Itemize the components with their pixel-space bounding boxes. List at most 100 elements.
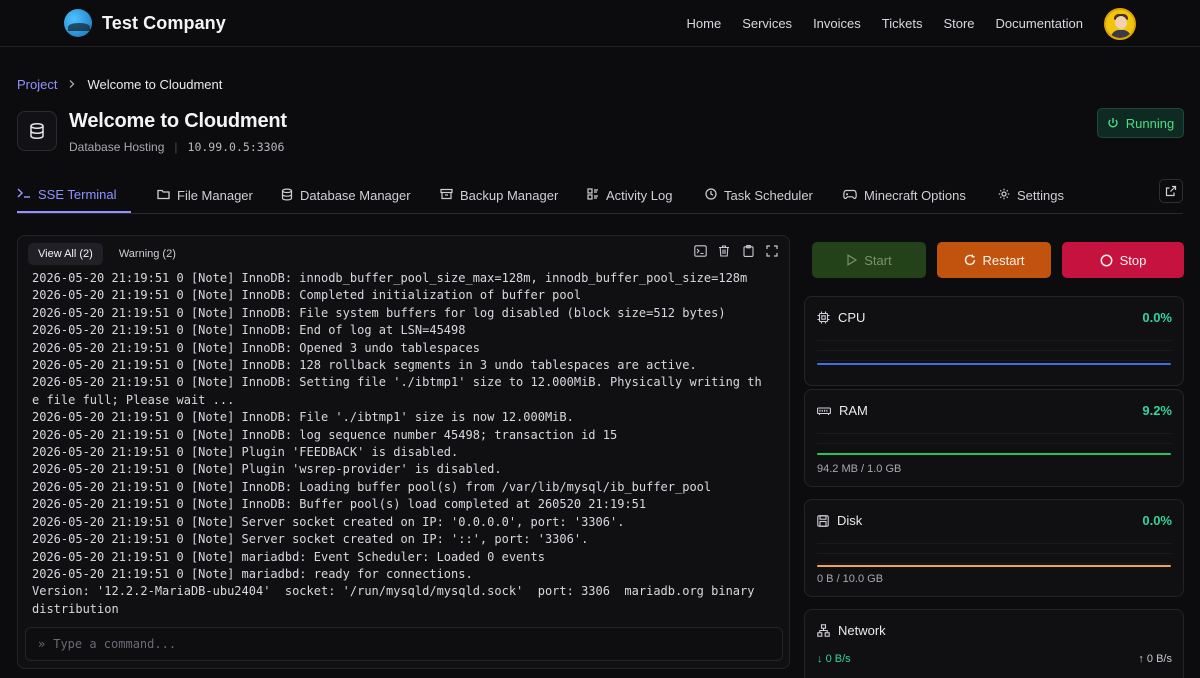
tab-database-manager[interactable]: Database Manager [281, 178, 411, 213]
console-line: 2026-05-20 21:19:51 0 [Note] mariadbd: E… [32, 549, 545, 564]
console-line: 2026-05-20 21:19:51 0 [Note] InnoDB: Buf… [32, 497, 647, 512]
console-line: 2026-05-20 21:19:51 0 [Note] InnoDB: 128… [32, 358, 697, 373]
folder-icon [157, 188, 170, 203]
console-toolbar [693, 244, 779, 258]
restart-icon [964, 254, 975, 266]
breadcrumb: Project Welcome to Cloudment [17, 77, 222, 92]
disk-usage: 0 B / 10.0 GB [817, 573, 884, 585]
project-subtitle: Database Hosting | 10.99.0.5:3306 [69, 140, 284, 154]
breadcrumb-current: Welcome to Cloudment [87, 77, 223, 92]
arrow-down-icon: ↓ [817, 653, 823, 665]
console-line: 2026-05-20 21:19:51 0 [Note] InnoDB: Loa… [32, 479, 712, 494]
filter-warning[interactable]: Warning (2) [109, 243, 186, 265]
cpu-graph-line [817, 363, 1171, 365]
cpu-stat-card: CPU 0.0% [804, 296, 1184, 386]
external-link-icon [1165, 185, 1177, 197]
network-inbound: ↓ 0 B/s [817, 653, 851, 665]
cpu-graph [817, 331, 1171, 361]
tab-task-scheduler[interactable]: Task Scheduler [705, 178, 813, 213]
main-nav: Home Services Invoices Tickets Store Doc… [687, 16, 1083, 31]
cpu-label: CPU [838, 310, 866, 325]
tab-settings[interactable]: Settings [998, 178, 1064, 213]
console-line: 2026-05-20 21:19:51 0 [Note] Server sock… [32, 514, 625, 529]
memory-icon [817, 406, 831, 415]
gamepad-icon [843, 188, 857, 203]
filter-view-all[interactable]: View All (2) [28, 243, 103, 265]
console-line: 2026-05-20 21:19:51 0 [Note] InnoDB: End… [32, 323, 466, 338]
console-line: 2026-05-20 21:19:51 0 [Note] InnoDB: Ope… [32, 340, 480, 355]
nav-documentation[interactable]: Documentation [996, 16, 1083, 31]
command-input-wrapper: » [25, 627, 783, 661]
archive-icon [440, 188, 453, 203]
terminal-window-icon[interactable] [693, 244, 707, 258]
gear-icon [998, 188, 1010, 203]
nav-store[interactable]: Store [943, 16, 974, 31]
nav-services[interactable]: Services [742, 16, 792, 31]
breadcrumb-project-link[interactable]: Project [17, 77, 57, 92]
console-line: 2026-05-20 21:19:51 0 [Note] Server sock… [32, 532, 589, 547]
disk-value: 0.0% [1142, 513, 1172, 528]
clipboard-icon[interactable] [741, 244, 755, 258]
ram-value: 9.2% [1142, 403, 1172, 418]
console-line: 2026-05-20 21:19:51 0 [Note] InnoDB: log… [32, 427, 618, 442]
console-line: 2026-05-20 21:19:51 0 [Note] InnoDB: inn… [32, 271, 748, 285]
arrow-up-icon: ↑ [1138, 653, 1144, 665]
console-line: Version: '12.2.2-MariaDB-ubu2404' socket… [32, 584, 755, 616]
command-input[interactable] [53, 637, 734, 651]
start-button[interactable]: Start [812, 242, 926, 278]
disk-label: Disk [837, 513, 863, 528]
ram-stat-card: RAM 9.2% 94.2 MB / 1.0 GB [804, 389, 1184, 487]
console-line: 2026-05-20 21:19:51 0 [Note] InnoDB: Com… [32, 288, 582, 303]
cpu-icon [817, 311, 830, 324]
nav-home[interactable]: Home [687, 16, 722, 31]
top-navbar: Test Company Home Services Invoices Tick… [0, 0, 1200, 47]
console-panel: View All (2) Warning (2) 2026-05-20 21:1… [17, 235, 790, 669]
nav-invoices[interactable]: Invoices [813, 16, 861, 31]
tab-activity-log[interactable]: Activity Log [587, 178, 672, 213]
user-avatar[interactable] [1104, 8, 1136, 40]
restart-button[interactable]: Restart [937, 242, 1051, 278]
activity-icon [587, 188, 599, 203]
ram-usage: 94.2 MB / 1.0 GB [817, 463, 902, 475]
network-icon [817, 624, 830, 637]
console-line: 2026-05-20 21:19:51 0 [Note] InnoDB: Fil… [32, 410, 574, 425]
brand-name: Test Company [102, 12, 226, 33]
external-link-button[interactable] [1159, 179, 1183, 203]
tab-minecraft-options[interactable]: Minecraft Options [843, 178, 966, 213]
chevron-right-icon [67, 77, 77, 92]
stop-button[interactable]: Stop [1062, 242, 1184, 278]
ram-label: RAM [839, 403, 868, 418]
database-icon [17, 111, 57, 151]
network-outbound: ↑ 0 B/s [1138, 653, 1172, 665]
tab-backup-manager[interactable]: Backup Manager [440, 178, 558, 213]
status-badge: Running [1097, 108, 1184, 138]
server-address[interactable]: 10.99.0.5:3306 [188, 140, 285, 154]
terminal-icon [17, 187, 31, 202]
disk-stat-card: Disk 0.0% 0 B / 10.0 GB [804, 499, 1184, 597]
trash-icon[interactable] [717, 244, 731, 258]
console-line: 2026-05-20 21:19:51 0 [Note] InnoDB: Fil… [32, 305, 726, 320]
brand-logo-icon [64, 9, 92, 37]
tab-sse-terminal[interactable]: SSE Terminal [17, 178, 131, 213]
divider: | [174, 140, 178, 154]
cpu-value: 0.0% [1142, 310, 1172, 325]
disk-graph [817, 534, 1171, 564]
console-line: 2026-05-20 21:19:51 0 [Note] InnoDB: Set… [32, 375, 762, 407]
power-icon [1108, 118, 1118, 128]
disk-graph-line [817, 565, 1171, 567]
clock-icon [705, 188, 717, 203]
tab-file-manager[interactable]: File Manager [157, 178, 253, 213]
network-stat-card: Network ↓ 0 B/s ↑ 0 B/s [804, 609, 1184, 678]
nav-tickets[interactable]: Tickets [882, 16, 923, 31]
ram-graph [817, 424, 1171, 454]
brand[interactable]: Test Company [64, 9, 226, 37]
console-output: 2026-05-20 21:19:51 0 [Note] InnoDB: inn… [32, 270, 784, 618]
play-icon [847, 254, 858, 266]
prompt-icon: » [38, 637, 46, 651]
network-label: Network [838, 623, 886, 638]
console-line: 2026-05-20 21:19:51 0 [Note] Plugin 'FEE… [32, 445, 459, 460]
console-line: 2026-05-20 21:19:51 0 [Note] mariadbd: r… [32, 566, 473, 581]
disk-icon [817, 514, 829, 527]
stop-circle-icon [1100, 254, 1113, 266]
fullscreen-icon[interactable] [765, 244, 779, 258]
